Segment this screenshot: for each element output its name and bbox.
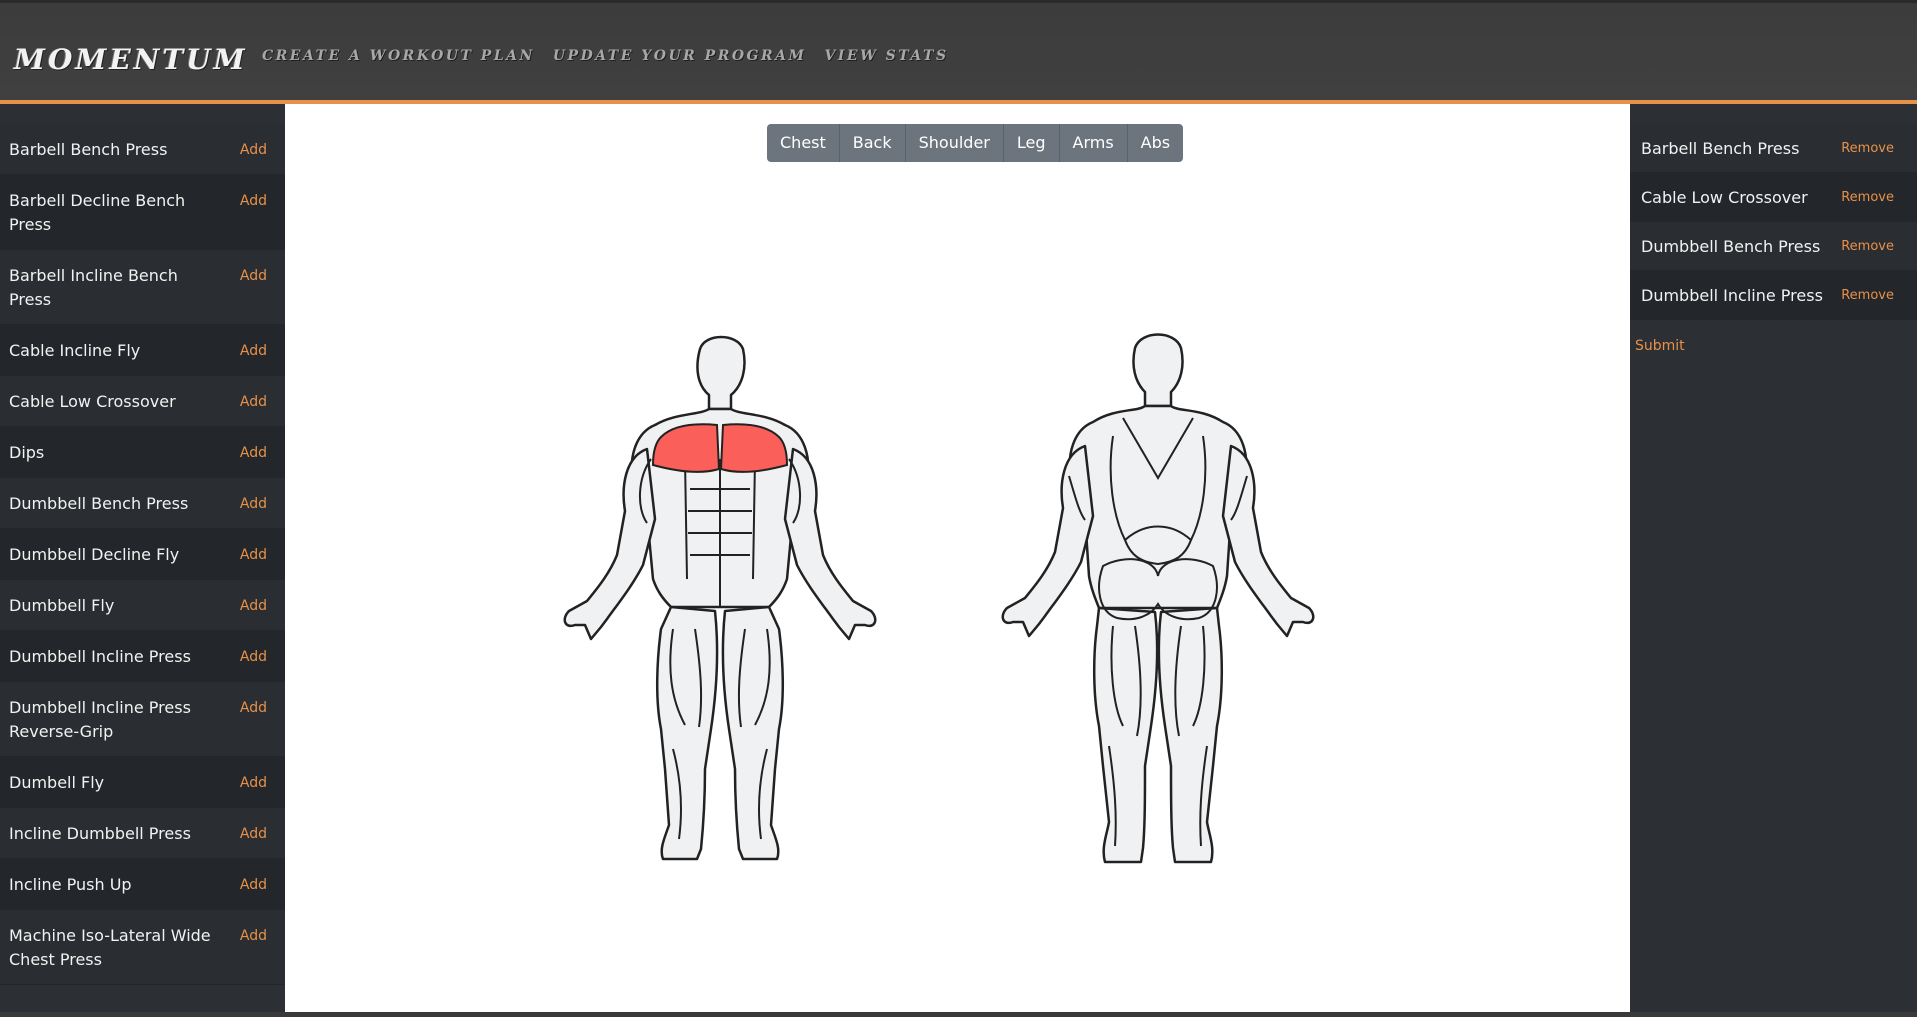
exercise-list-panel: Barbell Bench Press Add Barbell Decline Be… [0, 104, 285, 1017]
list-item: Barbell Decline Bench Press Add [0, 175, 285, 250]
add-button[interactable]: Add [240, 924, 267, 948]
brand-logo[interactable]: MOMENTUM [14, 43, 248, 76]
tab-back[interactable]: Back [839, 124, 906, 162]
main-nav: Create a Workout Plan Update your Progra… [262, 48, 967, 64]
list-item: Cable Incline Fly Add [0, 325, 285, 376]
tab-chest[interactable]: Chest [767, 124, 840, 162]
add-button[interactable]: Add [240, 873, 267, 897]
remove-button[interactable]: Remove [1841, 288, 1894, 303]
list-item: Dumbell Fly Add [0, 757, 285, 808]
exercise-name: Barbell Incline Bench Press [9, 266, 178, 309]
remove-button[interactable]: Remove [1841, 239, 1894, 254]
bottom-strip [0, 1012, 1917, 1017]
nav-view-stats[interactable]: View Stats [824, 48, 948, 64]
exercise-name: Dumbbell Incline Press [9, 647, 191, 666]
main-content: Chest Back Shoulder Leg Arms Abs [285, 104, 1630, 1017]
add-button[interactable]: Add [240, 390, 267, 414]
selected-exercise-name: Dumbbell Bench Press [1641, 236, 1821, 256]
list-item: Cable Low Crossover Add [0, 376, 285, 427]
remove-button[interactable]: Remove [1841, 190, 1894, 205]
selected-item: Dumbbell Bench Press Remove [1630, 222, 1917, 271]
selected-exercise-name: Dumbbell Incline Press [1641, 285, 1823, 305]
add-button[interactable]: Add [240, 189, 267, 213]
exercise-name: Dumbell Fly [9, 773, 105, 792]
exercise-name: Dumbbell Fly [9, 596, 115, 615]
exercise-name: Machine Iso-Lateral Wide Chest Press [9, 926, 211, 969]
add-button[interactable]: Add [240, 822, 267, 846]
exercise-name: Cable Low Crossover [9, 392, 176, 411]
exercise-name: Dips [9, 443, 45, 462]
exercise-name: Barbell Decline Bench Press [9, 191, 186, 234]
selected-item: Barbell Bench Press Remove [1630, 124, 1917, 173]
list-item: Dumbbell Bench Press Add [0, 478, 285, 529]
list-item: Incline Dumbbell Press Add [0, 808, 285, 859]
add-button[interactable]: Add [240, 645, 267, 669]
list-item: Barbell Bench Press Add [0, 124, 285, 175]
list-item: Dumbbell Incline Press Reverse-Grip Add [0, 682, 285, 757]
add-button[interactable]: Add [240, 543, 267, 567]
tab-shoulder[interactable]: Shoulder [905, 124, 1004, 162]
list-item: Dumbbell Incline Press Add [0, 631, 285, 682]
back-body-diagram [1001, 333, 1315, 864]
exercise-name: Dumbbell Decline Fly [9, 545, 180, 564]
list-item: Dips Add [0, 427, 285, 478]
exercise-name: Dumbbell Incline Press Reverse-Grip [9, 698, 191, 741]
add-button[interactable]: Add [240, 441, 267, 465]
selected-item: Dumbbell Incline Press Remove [1630, 271, 1917, 320]
remove-button[interactable]: Remove [1841, 141, 1894, 156]
nav-create-plan[interactable]: Create a Workout Plan [262, 48, 535, 64]
list-item: Dumbbell Decline Fly Add [0, 529, 285, 580]
list-item: Machine Iso-Lateral Wide Chest Press Add [0, 910, 285, 985]
muscle-group-tabs: Chest Back Shoulder Leg Arms Abs [767, 124, 1184, 162]
exercise-name: Incline Dumbbell Press [9, 824, 191, 843]
tab-arms[interactable]: Arms [1059, 124, 1128, 162]
add-button[interactable]: Add [240, 594, 267, 618]
tab-abs[interactable]: Abs [1127, 124, 1184, 162]
add-button[interactable]: Add [240, 339, 267, 363]
exercise-name: Incline Push Up [9, 875, 132, 894]
exercise-list: Barbell Bench Press Add Barbell Decline Be… [0, 124, 285, 985]
list-item: Dumbbell Fly Add [0, 580, 285, 631]
add-button[interactable]: Add [240, 492, 267, 516]
top-navbar: MOMENTUM Create a Workout Plan Update yo… [0, 0, 1917, 104]
list-item: Incline Push Up Add [0, 859, 285, 910]
selected-exercise-name: Barbell Bench Press [1641, 138, 1800, 158]
add-button[interactable]: Add [240, 138, 267, 162]
selected-list: Barbell Bench Press Remove Cable Low Cross… [1630, 124, 1917, 320]
add-button[interactable]: Add [240, 264, 267, 288]
exercise-name: Cable Incline Fly [9, 341, 141, 360]
selected-item: Cable Low Crossover Remove [1630, 173, 1917, 222]
add-button[interactable]: Add [240, 771, 267, 795]
exercise-name: Barbell Bench Press [9, 140, 168, 159]
nav-update-program[interactable]: Update your Program [553, 48, 807, 64]
selected-exercises-panel: Barbell Bench Press Remove Cable Low Cross… [1630, 104, 1917, 1017]
list-item: Barbell Incline Bench Press Add [0, 250, 285, 325]
selected-exercise-name: Cable Low Crossover [1641, 187, 1808, 207]
exercise-name: Dumbbell Bench Press [9, 494, 189, 513]
tab-leg[interactable]: Leg [1003, 124, 1060, 162]
front-body-diagram [563, 335, 877, 861]
add-button[interactable]: Add [240, 696, 267, 720]
submit-button[interactable]: Submit [1635, 338, 1685, 354]
